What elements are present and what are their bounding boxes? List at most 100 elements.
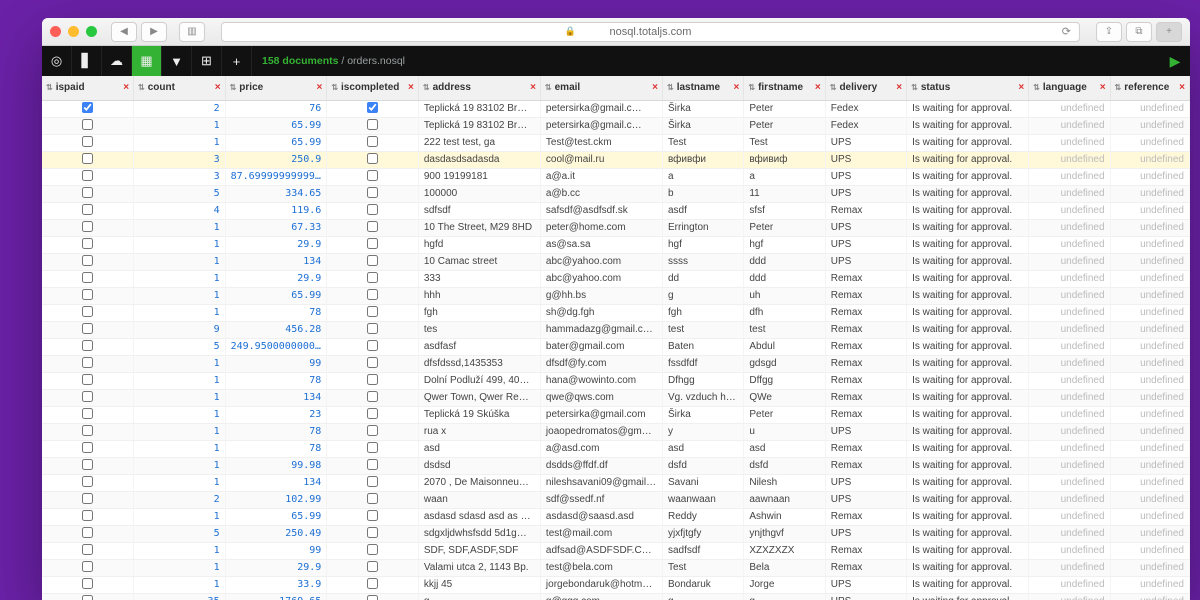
cell-firstname[interactable]: test <box>744 321 825 338</box>
cell-email[interactable]: a@asd.com <box>540 440 662 457</box>
run-button[interactable]: ▶ <box>1160 46 1190 76</box>
cell-ispaid[interactable] <box>42 168 134 185</box>
cell-delivery[interactable]: UPS <box>825 185 906 202</box>
column-header-language[interactable]: ⇅language× <box>1029 76 1110 100</box>
cell-status[interactable]: Is waiting for approval. <box>907 100 1029 117</box>
checkbox-ispaid[interactable] <box>82 323 93 334</box>
cell-ispaid[interactable] <box>42 185 134 202</box>
cell-status[interactable]: Is waiting for approval. <box>907 134 1029 151</box>
cell-lastname[interactable]: Vg. vzduch hhzu <box>662 389 743 406</box>
cell-iscompleted[interactable] <box>327 525 419 542</box>
cell-reference[interactable]: undefined <box>1110 117 1189 134</box>
cell-lastname[interactable]: fgh <box>662 304 743 321</box>
cell-price[interactable]: 23 <box>225 406 327 423</box>
column-header-status[interactable]: ⇅status× <box>907 76 1029 100</box>
cell-email[interactable]: qwe@qws.com <box>540 389 662 406</box>
cell-count[interactable]: 1 <box>134 253 226 270</box>
cell-email[interactable]: adfsad@ASDFSDF.COM <box>540 542 662 559</box>
cell-address[interactable]: sdfsdf <box>418 202 540 219</box>
cell-delivery[interactable]: Remax <box>825 270 906 287</box>
cell-reference[interactable]: undefined <box>1110 372 1189 389</box>
cell-email[interactable]: abc@yahoo.com <box>540 253 662 270</box>
cell-status[interactable]: Is waiting for approval. <box>907 457 1029 474</box>
cell-language[interactable]: undefined <box>1029 406 1110 423</box>
cell-price[interactable]: 134 <box>225 253 327 270</box>
checkbox-ispaid[interactable] <box>82 238 93 249</box>
checkbox-ispaid[interactable] <box>82 221 93 232</box>
cell-price[interactable]: 78 <box>225 372 327 389</box>
checkbox-iscompleted[interactable] <box>367 153 378 164</box>
cell-firstname[interactable]: sfsf <box>744 202 825 219</box>
cell-price[interactable]: 33.9 <box>225 576 327 593</box>
cell-status[interactable]: Is waiting for approval. <box>907 168 1029 185</box>
cell-firstname[interactable]: u <box>744 423 825 440</box>
cell-lastname[interactable]: Test <box>662 559 743 576</box>
cell-ispaid[interactable] <box>42 321 134 338</box>
checkbox-ispaid[interactable] <box>82 510 93 521</box>
checkbox-iscompleted[interactable] <box>367 357 378 368</box>
cell-reference[interactable]: undefined <box>1110 389 1189 406</box>
cell-reference[interactable]: undefined <box>1110 355 1189 372</box>
cell-lastname[interactable]: Baten <box>662 338 743 355</box>
checkbox-iscompleted[interactable] <box>367 102 378 113</box>
cell-status[interactable]: Is waiting for approval. <box>907 440 1029 457</box>
cell-address[interactable]: waan <box>418 491 540 508</box>
cell-email[interactable]: g@hh.bs <box>540 287 662 304</box>
cell-language[interactable]: undefined <box>1029 389 1110 406</box>
cell-iscompleted[interactable] <box>327 287 419 304</box>
cell-address[interactable]: dasdasdsadasda <box>418 151 540 168</box>
cell-email[interactable]: joaopedromatos@gm… <box>540 423 662 440</box>
cell-language[interactable]: undefined <box>1029 525 1110 542</box>
column-header-count[interactable]: ⇅count× <box>134 76 226 100</box>
cell-price[interactable]: 65.99 <box>225 117 327 134</box>
cell-status[interactable]: Is waiting for approval. <box>907 355 1029 372</box>
cell-count[interactable]: 5 <box>134 338 226 355</box>
checkbox-ispaid[interactable] <box>82 187 93 198</box>
checkbox-ispaid[interactable] <box>82 306 93 317</box>
cell-address[interactable]: 100000 <box>418 185 540 202</box>
checkbox-ispaid[interactable] <box>82 340 93 351</box>
cell-price[interactable]: 249.95000000000002 <box>225 338 327 355</box>
globe-icon[interactable]: ◎ <box>42 46 72 76</box>
table-row[interactable]: 133.9kkjj 45jorgebondaruk@hotm…BondarukJ… <box>42 576 1190 593</box>
cell-price[interactable]: 78 <box>225 304 327 321</box>
column-header-firstname[interactable]: ⇅firstname× <box>744 76 825 100</box>
table-row[interactable]: 178rua xjoaopedromatos@gm…yuUPSIs waitin… <box>42 423 1190 440</box>
cell-iscompleted[interactable] <box>327 389 419 406</box>
cell-language[interactable]: undefined <box>1029 151 1110 168</box>
cell-firstname[interactable]: a <box>744 168 825 185</box>
table-row[interactable]: 11342070 , De Maisonneu…nileshsavani09@g… <box>42 474 1190 491</box>
cell-count[interactable]: 4 <box>134 202 226 219</box>
filter-icon[interactable]: ▼ <box>162 46 192 76</box>
cell-reference[interactable]: undefined <box>1110 168 1189 185</box>
cell-count[interactable]: 1 <box>134 542 226 559</box>
cell-firstname[interactable]: Peter <box>744 117 825 134</box>
cell-status[interactable]: Is waiting for approval. <box>907 151 1029 168</box>
checkbox-ispaid[interactable] <box>82 170 93 181</box>
cell-status[interactable]: Is waiting for approval. <box>907 202 1029 219</box>
folder-icon[interactable]: ▋ <box>72 46 102 76</box>
cell-delivery[interactable]: UPS <box>825 168 906 185</box>
cell-count[interactable]: 1 <box>134 270 226 287</box>
cell-firstname[interactable]: ddd <box>744 253 825 270</box>
cell-lastname[interactable]: g <box>662 287 743 304</box>
cell-address[interactable]: dsdsd <box>418 457 540 474</box>
cell-iscompleted[interactable] <box>327 185 419 202</box>
cell-ispaid[interactable] <box>42 355 134 372</box>
column-header-email[interactable]: ⇅email× <box>540 76 662 100</box>
cell-email[interactable]: hana@wowinto.com <box>540 372 662 389</box>
remove-column-icon[interactable]: × <box>1100 82 1106 93</box>
checkbox-iscompleted[interactable] <box>367 459 378 470</box>
cell-status[interactable]: Is waiting for approval. <box>907 304 1029 321</box>
sort-icon[interactable]: ⇅ <box>46 83 53 92</box>
cell-iscompleted[interactable] <box>327 576 419 593</box>
cell-lastname[interactable]: test <box>662 321 743 338</box>
cell-iscompleted[interactable] <box>327 219 419 236</box>
back-button[interactable]: ◀ <box>111 22 137 42</box>
cell-ispaid[interactable] <box>42 100 134 117</box>
cell-address[interactable]: g <box>418 593 540 600</box>
column-header-reference[interactable]: ⇅reference× <box>1110 76 1189 100</box>
table-row[interactable]: 199dfsfdssd,1435353dfsdf@fy.comfssdfdfgd… <box>42 355 1190 372</box>
cell-delivery[interactable]: Remax <box>825 542 906 559</box>
cell-address[interactable]: 333 <box>418 270 540 287</box>
